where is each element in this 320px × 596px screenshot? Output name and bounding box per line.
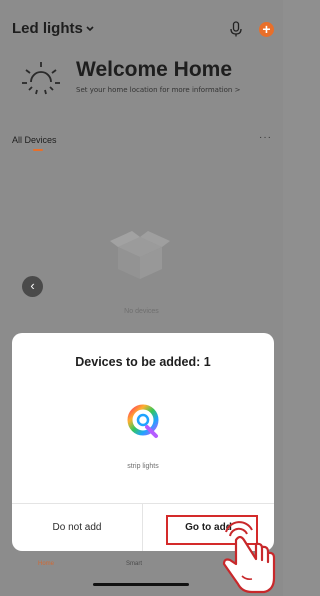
strip-lights-icon [127, 404, 159, 438]
sun-icon [22, 62, 60, 95]
add-device-button[interactable]: + [259, 22, 274, 37]
welcome-title: Welcome Home [76, 58, 232, 81]
plus-icon: + [262, 21, 271, 37]
nav-home[interactable]: Home [38, 561, 54, 567]
tab-all-devices[interactable]: All Devices [12, 135, 57, 145]
app-screen: Led lights + Welcome Home Set your home … [0, 0, 283, 596]
device-name: strip lights [127, 463, 159, 470]
home-indicator[interactable] [93, 583, 189, 586]
location-prompt-link[interactable]: Set your home location for more informat… [76, 86, 240, 94]
do-not-add-button[interactable]: Do not add [12, 504, 142, 551]
top-bar: Led lights + [0, 18, 283, 44]
empty-box-icon [110, 231, 170, 279]
back-button[interactable]: ‹ [22, 276, 43, 297]
tap-hand-icon [222, 521, 276, 594]
nav-smart[interactable]: Smart [126, 561, 142, 567]
empty-state-text: No devices [124, 308, 159, 315]
chevron-down-icon[interactable] [85, 24, 95, 34]
microphone-icon[interactable] [228, 20, 244, 38]
more-options-icon[interactable]: ··· [259, 132, 272, 143]
tab-active-indicator [33, 149, 43, 151]
chevron-left-icon: ‹ [30, 278, 35, 293]
home-selector[interactable]: Led lights [12, 20, 83, 37]
dialog-title: Devices to be added: 1 [75, 355, 211, 369]
